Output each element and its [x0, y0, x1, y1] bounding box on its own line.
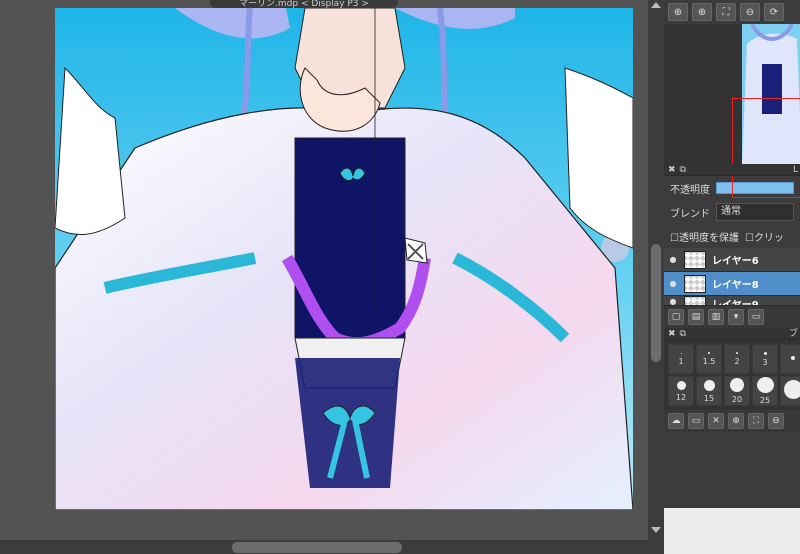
protect-alpha-label: 透明度を保護 [678, 232, 739, 244]
layer-options-row: ☐透明度を保護 ☐クリッ [664, 224, 800, 248]
layer-item[interactable]: ● レイヤー9 [664, 296, 800, 306]
popout-icon[interactable]: ⧉ [680, 165, 686, 175]
layer-thumbnail [684, 274, 706, 293]
brush-size-grid: 1 1.5 2 3 12 15 20 25 [664, 340, 800, 410]
brush-dot-icon [736, 352, 738, 354]
blend-label: ブレンド [670, 208, 710, 220]
navigator-toolbar: ⊕ ⊕ ⛶ ⊖ ⟳ [664, 0, 800, 24]
layer-item[interactable]: ● レイヤー6 [664, 248, 800, 272]
layer-name: レイヤー9 [712, 300, 759, 306]
clipping-checkbox[interactable]: ☐クリッ [745, 229, 784, 244]
layer-actions-toolbar: ▢ ▤ ▥ ▾ ▭ [664, 306, 800, 328]
brush-dot-icon [756, 377, 774, 393]
vertical-scroll-thumb[interactable] [651, 244, 661, 362]
fit-view-icon[interactable]: ⛶ [716, 3, 736, 21]
brush-size-cell[interactable]: 15 [696, 376, 722, 406]
brush-size-cell[interactable]: 20 [724, 376, 750, 406]
brush-size-label: 3 [762, 357, 768, 367]
brush-size-cell[interactable]: 3 [752, 344, 778, 374]
vertical-scrollbar[interactable] [648, 0, 664, 540]
delete-icon[interactable]: ✕ [708, 413, 724, 429]
visibility-eye-icon[interactable]: ● [668, 255, 678, 265]
fit-view-icon[interactable]: ⛶ [748, 413, 764, 429]
document-title: マーリン.mdp < Display P3 > [210, 0, 398, 8]
brush-size-label: 12 [675, 392, 687, 402]
popout-icon[interactable]: ⧉ [680, 329, 686, 339]
artwork-canvas[interactable] [55, 8, 633, 510]
brush-dot-icon [703, 379, 715, 391]
brush-dot-icon [676, 380, 686, 390]
canvas-area[interactable] [0, 0, 648, 540]
protect-alpha-checkbox[interactable]: ☐透明度を保護 [670, 229, 739, 244]
brush-size-cell[interactable] [780, 344, 800, 374]
brush-size-label: 15 [703, 393, 715, 403]
visibility-eye-icon[interactable]: ● [668, 279, 678, 289]
brush-size-cell[interactable]: 1 [668, 344, 694, 374]
new-8bit-layer-icon[interactable]: ▥ [708, 309, 724, 325]
brush-dot-icon [763, 351, 767, 355]
blend-mode-select[interactable]: 通常 [716, 203, 794, 221]
layer-menu-icon[interactable]: ▾ [728, 309, 744, 325]
brush-size-cell[interactable]: 12 [668, 376, 694, 406]
new-layer-icon[interactable]: ▢ [668, 309, 684, 325]
brush-dot-icon [730, 378, 744, 392]
zoom-in-alt-icon[interactable]: ⊕ [692, 3, 712, 21]
scroll-up-arrow-icon[interactable] [651, 2, 661, 8]
layer-panel-header: ✖ ⧉ L [664, 164, 800, 176]
layer-thumbnail [684, 296, 706, 305]
clipping-label: クリッ [753, 232, 784, 244]
right-panel: ⊕ ⊕ ⛶ ⊖ ⟳ ✖ ⧉ L 不透明度 ブレンド 通常 ☐透明度を保護 ☐クリ… [664, 0, 800, 554]
layer-thumbnail [684, 250, 706, 269]
opacity-label: 不透明度 [670, 184, 710, 196]
new-folder-icon[interactable]: ▭ [748, 309, 764, 325]
brush-size-cell[interactable]: 25 [752, 376, 778, 406]
horizontal-scrollbar[interactable] [0, 540, 664, 554]
app-window: マーリン.mdp < Display P3 > ⊕ ⊕ ⛶ ⊖ ⟳ ✖ ⧉ L … [0, 0, 800, 554]
zoom-in-icon[interactable]: ⊕ [728, 413, 744, 429]
brush-size-label: 1 [678, 356, 684, 366]
zoom-in-icon[interactable]: ⊕ [668, 3, 688, 21]
scroll-down-arrow-icon[interactable] [651, 527, 661, 533]
brush-size-label: 25 [759, 396, 771, 405]
cloud-icon[interactable]: ☁ [668, 413, 684, 429]
brush-size-label: 20 [731, 395, 743, 404]
brush-size-label: 2 [734, 357, 740, 366]
visibility-eye-icon[interactable]: ● [668, 296, 678, 306]
brush-size-cell[interactable]: 1.5 [696, 344, 722, 374]
horizontal-scroll-thumb[interactable] [232, 542, 402, 553]
brush-panel-title: ブ [788, 329, 798, 339]
layer-item-selected[interactable]: ● レイヤー8 [664, 272, 800, 296]
layer-name: レイヤー8 [712, 280, 759, 291]
brush-size-label: 1.5 [702, 357, 716, 366]
layer-list: ● レイヤー6 ● レイヤー8 ● レイヤー9 [664, 248, 800, 306]
navigator-view-frame[interactable] [732, 98, 800, 198]
brush-dot-icon [791, 355, 795, 360]
layer-name: レイヤー6 [712, 256, 759, 267]
blend-row: ブレンド 通常 [664, 200, 800, 224]
material-preview-area[interactable] [664, 508, 800, 554]
close-icon[interactable]: ✖ [668, 165, 676, 175]
brush-dot-icon [783, 380, 800, 399]
artwork-illustration [55, 8, 633, 510]
rotate-view-icon[interactable]: ⟳ [764, 3, 784, 21]
folder-open-icon[interactable]: ▭ [688, 413, 704, 429]
brush-size-cell[interactable]: 2 [724, 344, 750, 374]
brush-size-cell[interactable] [780, 376, 800, 406]
brush-dot-icon [708, 352, 710, 354]
brush-dot-icon [680, 352, 682, 354]
bottom-panel-toolbar: ☁ ▭ ✕ ⊕ ⛶ ⊖ [664, 410, 800, 432]
close-icon[interactable]: ✖ [668, 329, 676, 339]
new-halftone-layer-icon[interactable]: ▤ [688, 309, 704, 325]
brush-panel-header: ✖ ⧉ ブ [664, 328, 800, 340]
zoom-out-icon[interactable]: ⊖ [768, 413, 784, 429]
navigator-preview[interactable] [664, 24, 800, 198]
zoom-out-icon[interactable]: ⊖ [740, 3, 760, 21]
layer-panel-title: L [792, 165, 798, 175]
